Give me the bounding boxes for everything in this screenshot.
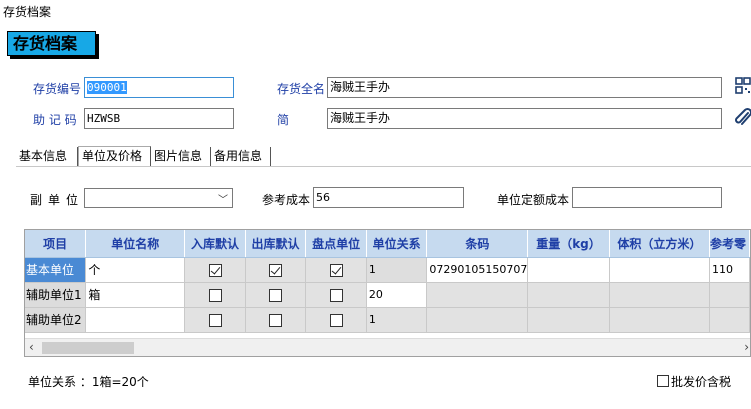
- quota-cost-label: 单位定额成本: [497, 193, 570, 207]
- unit-table: 项目 单位名称 入库默认 出库默认 盘点单位 单位关系 条码 重量（kg） 体积…: [25, 230, 750, 333]
- weight-cell[interactable]: [527, 307, 610, 333]
- row-item[interactable]: 基本单位: [25, 257, 87, 283]
- stock-unit-checkbox[interactable]: [329, 288, 343, 302]
- in-default-checkbox[interactable]: [208, 263, 222, 277]
- code-input[interactable]: 090001: [84, 77, 234, 98]
- unit-name-cell[interactable]: 箱: [85, 282, 186, 308]
- in-default-checkbox[interactable]: [208, 288, 222, 302]
- col-header-relation[interactable]: 单位关系: [366, 230, 428, 258]
- barcode-cell[interactable]: [426, 307, 529, 333]
- volume-cell[interactable]: [609, 307, 711, 333]
- col-header-item[interactable]: 项目: [25, 230, 87, 258]
- row-item[interactable]: 辅助单位1: [25, 282, 87, 308]
- in-default-cell[interactable]: [184, 257, 246, 283]
- ref-cost-input[interactable]: 56: [313, 187, 464, 208]
- table-row[interactable]: 辅助单位1 箱 20: [25, 282, 750, 308]
- horizontal-scrollbar[interactable]: ‹ ›: [25, 338, 750, 356]
- ref-cell[interactable]: [709, 282, 750, 308]
- page-title: 存货档案: [7, 31, 96, 56]
- mnemonic-input[interactable]: HZWSB: [84, 108, 234, 129]
- in-default-cell[interactable]: [184, 282, 246, 308]
- fullname-input[interactable]: 海贼王手办: [327, 77, 722, 98]
- tab-image-info[interactable]: 图片信息: [151, 147, 211, 166]
- stock-unit-checkbox[interactable]: [329, 263, 343, 277]
- shortname-input[interactable]: 海贼王手办: [327, 108, 722, 129]
- in-default-cell[interactable]: [184, 307, 246, 333]
- row-item[interactable]: 辅助单位2: [25, 307, 87, 333]
- table-row[interactable]: 基本单位 个 1 07290105150707 110: [25, 257, 750, 283]
- wholesale-tax-option[interactable]: 批发价含税: [657, 373, 731, 390]
- out-default-checkbox[interactable]: [269, 263, 283, 277]
- in-default-checkbox[interactable]: [208, 313, 222, 327]
- stock-unit-checkbox[interactable]: [329, 313, 343, 327]
- relation-cell[interactable]: 1: [366, 257, 428, 283]
- stock-unit-cell[interactable]: [305, 257, 367, 283]
- col-header-barcode[interactable]: 条码: [426, 230, 529, 258]
- volume-cell[interactable]: [609, 257, 711, 283]
- out-default-checkbox[interactable]: [269, 288, 283, 302]
- relation-cell[interactable]: 1: [366, 307, 428, 333]
- barcode-cell[interactable]: 07290105150707: [426, 257, 529, 283]
- col-header-ref[interactable]: 参考零: [709, 230, 750, 258]
- ref-cost-label: 参考成本: [262, 193, 311, 207]
- out-default-cell[interactable]: [245, 307, 307, 333]
- code-label: 存货编号: [33, 82, 82, 96]
- relation-cell[interactable]: 20: [366, 282, 428, 308]
- ref-cell[interactable]: [709, 307, 750, 333]
- tab-unit-price[interactable]: 单位及价格: [78, 146, 151, 167]
- barcode-cell[interactable]: [426, 282, 529, 308]
- paperclip-icon[interactable]: [735, 107, 751, 129]
- window-title: 存货档案: [3, 5, 52, 19]
- tab-basic-info[interactable]: 基本信息: [16, 147, 78, 166]
- col-header-unit-name[interactable]: 单位名称: [85, 230, 186, 258]
- wholesale-tax-checkbox[interactable]: [657, 375, 669, 387]
- unit-grid: 项目 单位名称 入库默认 出库默认 盘点单位 单位关系 条码 重量（kg） 体积…: [24, 229, 751, 357]
- weight-cell[interactable]: [527, 257, 610, 283]
- col-header-stock-unit[interactable]: 盘点单位: [305, 230, 367, 258]
- wholesale-tax-label: 批发价含税: [671, 375, 732, 389]
- col-header-weight[interactable]: 重量（kg）: [527, 230, 610, 258]
- stock-unit-cell[interactable]: [305, 282, 367, 308]
- unit-relation-text: 单位关系 ：1箱=20个: [28, 375, 149, 389]
- unit-name-cell[interactable]: 个: [85, 257, 186, 283]
- scroll-left-icon[interactable]: ‹: [29, 340, 34, 354]
- out-default-checkbox[interactable]: [269, 313, 283, 327]
- dropdown-arrow-icon: ﹀: [218, 195, 228, 206]
- scroll-right-icon[interactable]: ›: [744, 340, 749, 354]
- sub-unit-label: 副单位: [30, 193, 85, 207]
- out-default-cell[interactable]: [245, 257, 307, 283]
- unit-name-cell[interactable]: [85, 307, 186, 333]
- ref-cell[interactable]: 110: [709, 257, 750, 283]
- col-header-volume[interactable]: 体积（立方米）: [609, 230, 711, 258]
- col-header-out-default[interactable]: 出库默认: [245, 230, 307, 258]
- weight-cell[interactable]: [527, 282, 610, 308]
- volume-cell[interactable]: [609, 282, 711, 308]
- barcode-icon[interactable]: [735, 76, 751, 98]
- fullname-label: 存货全名: [277, 82, 326, 96]
- mnemonic-label: 助 记 码: [33, 113, 77, 127]
- sub-unit-select[interactable]: ﹀: [84, 188, 233, 208]
- tab-backup-info[interactable]: 备用信息: [211, 147, 271, 166]
- tab-divider: [16, 166, 751, 167]
- quota-cost-input[interactable]: [572, 187, 722, 208]
- scroll-thumb[interactable]: [42, 342, 134, 354]
- table-row[interactable]: 辅助单位2 1: [25, 307, 750, 333]
- code-value: 090001: [87, 81, 127, 94]
- col-header-in-default[interactable]: 入库默认: [184, 230, 246, 258]
- stock-unit-cell[interactable]: [305, 307, 367, 333]
- out-default-cell[interactable]: [245, 282, 307, 308]
